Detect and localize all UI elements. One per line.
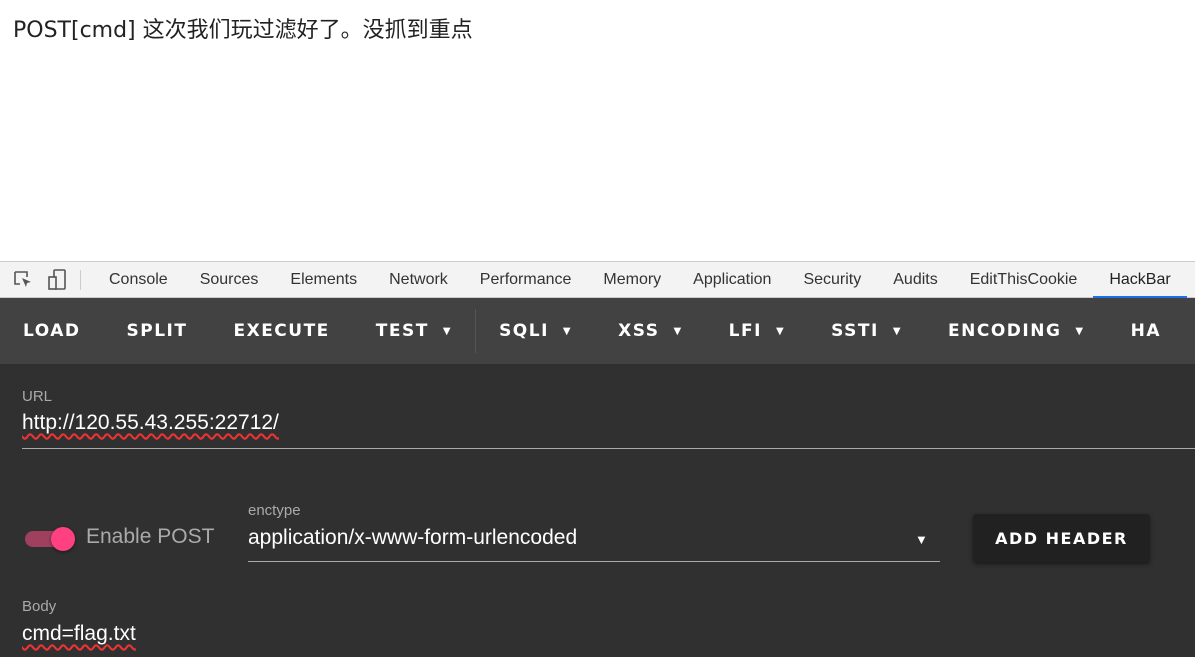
- divider: [80, 269, 81, 290]
- toolbar-load-button[interactable]: LOAD: [23, 321, 104, 341]
- url-input[interactable]: http://120.55.43.255:22712/: [22, 411, 279, 435]
- button-label: LFI: [728, 321, 762, 341]
- button-label: SQLI: [499, 321, 549, 341]
- tab-memory[interactable]: Memory: [587, 262, 677, 298]
- body-label: Body: [22, 598, 57, 615]
- button-label: XSS: [618, 321, 660, 341]
- inspect-element-icon[interactable]: [12, 269, 34, 291]
- caret-down-icon: ▼: [562, 325, 573, 337]
- enctype-label: enctype: [248, 502, 301, 519]
- button-label: EXECUTE: [233, 321, 330, 341]
- toolbar-xss-button[interactable]: XSS ▼: [595, 321, 706, 341]
- tab-network[interactable]: Network: [373, 262, 464, 298]
- tab-audits[interactable]: Audits: [877, 262, 953, 298]
- tab-security[interactable]: Security: [787, 262, 877, 298]
- button-label: SPLIT: [126, 321, 188, 341]
- button-label: TEST: [375, 321, 429, 341]
- tab-hackbar[interactable]: HackBar: [1093, 262, 1187, 298]
- add-header-button[interactable]: ADD HEADER: [973, 514, 1150, 562]
- hackbar-toolbar: LOAD SPLIT EXECUTE TEST ▼ SQLI ▼ XSS ▼ LFI ▼ SSTI ▼ E…: [0, 298, 1195, 364]
- enctype-select[interactable]: application/x-www-form-urlencoded: [248, 526, 577, 550]
- body-value: cmd=flag.txt: [22, 622, 136, 645]
- hackbar-panel: URL http://120.55.43.255:22712/ Enable P…: [0, 364, 1195, 657]
- toolbar-execute-button[interactable]: EXECUTE: [210, 321, 352, 341]
- toolbar-lfi-button[interactable]: LFI ▼: [706, 321, 808, 341]
- toolbar-split-button[interactable]: SPLIT: [104, 321, 211, 341]
- enctype-underline: [248, 561, 940, 562]
- caret-down-icon: ▼: [892, 325, 903, 337]
- tab-elements[interactable]: Elements: [274, 262, 373, 298]
- tab-performance[interactable]: Performance: [464, 262, 588, 298]
- url-label: URL: [22, 388, 53, 405]
- button-label: SSTI: [831, 321, 879, 341]
- device-toolbar-icon[interactable]: [46, 268, 68, 291]
- tab-console[interactable]: Console: [93, 262, 184, 298]
- tab-editthiscookie[interactable]: EditThisCookie: [954, 262, 1094, 298]
- enable-post-toggle[interactable]: [25, 527, 75, 551]
- button-label: ENCODING: [948, 321, 1062, 341]
- caret-down-icon: ▼: [775, 325, 786, 337]
- toolbar-sqli-button[interactable]: SQLI ▼: [476, 321, 595, 341]
- caret-down-icon: ▼: [673, 325, 683, 337]
- toolbar-ssti-button[interactable]: SSTI ▼: [808, 321, 925, 341]
- toolbar-test-button[interactable]: TEST ▼: [353, 321, 475, 341]
- tab-sources[interactable]: Sources: [184, 262, 275, 298]
- caret-down-icon: ▼: [442, 325, 453, 337]
- chevron-down-icon[interactable]: ▼: [915, 532, 928, 547]
- button-label: HA: [1130, 321, 1161, 341]
- url-value: http://120.55.43.255:22712/: [22, 411, 279, 434]
- enable-post-label: Enable POST: [86, 525, 215, 548]
- toolbar-ha-button[interactable]: HA: [1108, 321, 1184, 341]
- body-input[interactable]: cmd=flag.txt: [22, 622, 136, 646]
- devtools-tabbar: Console Sources Elements Network Performance…: [0, 261, 1195, 298]
- url-underline: [22, 448, 1195, 449]
- tab-application[interactable]: Application: [677, 262, 787, 298]
- toolbar-encoding-button[interactable]: ENCODING ▼: [925, 321, 1108, 341]
- caret-down-icon: ▼: [1075, 325, 1085, 337]
- button-label: LOAD: [23, 321, 81, 341]
- page-text: POST[cmd] 这次我们玩过滤好了。没抓到重点: [13, 18, 473, 43]
